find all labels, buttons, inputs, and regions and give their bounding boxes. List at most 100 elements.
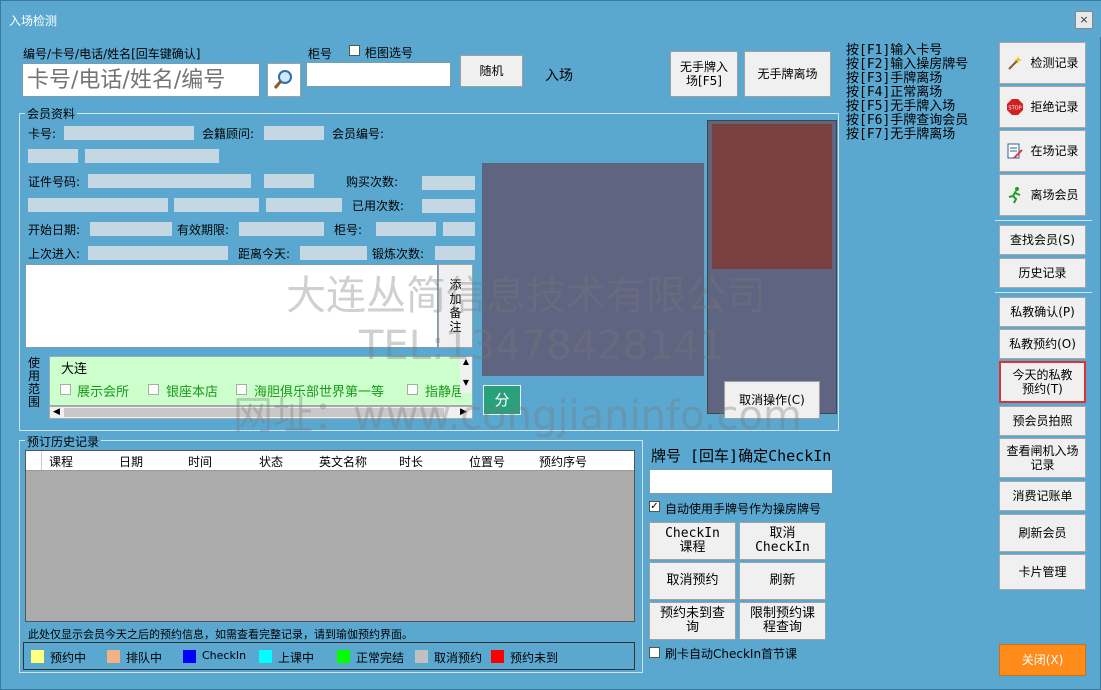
rejection-records-label: 拒绝记录 [1030, 100, 1079, 114]
split-button[interactable]: 分 [483, 385, 521, 415]
hotkey-f7: 按[F7]无手牌离场 [846, 127, 956, 142]
auto-plate-checkbox[interactable]: ✓ [649, 501, 660, 512]
restricted-booking-query-button[interactable]: 限制预约课程查询 [739, 602, 826, 640]
cancel-booking-button[interactable]: 取消预约 [649, 562, 736, 600]
cabinet-input[interactable] [306, 62, 451, 87]
history-note: 此处仅显示会员今天之后的预约信息，如需查看完整记录，请到瑜伽预约界面。 [28, 628, 413, 641]
column-duration[interactable]: 时长 [399, 453, 423, 470]
history-table [25, 450, 635, 622]
id-line2-value-a [28, 198, 168, 212]
search-button[interactable] [267, 63, 301, 97]
purchase-count-value [422, 176, 475, 190]
search-label: 编号/卡号/电话/姓名[回车键确认] [23, 47, 201, 61]
cancel-checkin-button[interactable]: 取消CheckIn [739, 522, 826, 560]
find-member-button[interactable]: 查找会员(S) [999, 225, 1086, 255]
legend-label-completed: 正常完结 [356, 651, 405, 665]
scope-option-4: 指静居 [425, 385, 461, 400]
plate-no-input[interactable] [649, 469, 833, 494]
start-date-label: 开始日期: [28, 223, 81, 237]
consumption-bill-button[interactable]: 消费记账单 [999, 481, 1086, 511]
hotkey-f2: 按[F2]输入操房牌号 [846, 57, 969, 72]
present-records-button[interactable]: 在场记录 [999, 130, 1086, 172]
id-line2-value-c [266, 198, 342, 212]
scroll-up-icon: ▲ [462, 357, 470, 366]
column-status[interactable]: 状态 [259, 453, 283, 470]
no-plate-entry-button[interactable]: 无手牌入场[F5] [670, 51, 738, 97]
today-pt-booking-button[interactable]: 今天的私教预约(T) [999, 361, 1086, 403]
workout-count-label: 锻炼次数: [372, 247, 425, 261]
scope-label: 使用范围 [28, 356, 41, 409]
column-booking-no[interactable]: 预约序号 [539, 453, 587, 470]
days-ago-label: 距离今天: [238, 247, 291, 261]
scope-panel: 大连 展示会所 银座本店 海胆俱乐部世界第一等 指静居 ▲ ▼ [49, 356, 473, 406]
hotkey-f5: 按[F5]无手牌入场 [846, 99, 956, 114]
scope-vscrollbar[interactable]: ▲ ▼ [460, 357, 472, 393]
departed-members-button[interactable]: 离场会员 [999, 174, 1086, 216]
sidebar-divider [995, 292, 1092, 293]
column-time[interactable]: 时间 [188, 453, 212, 470]
search-input[interactable] [22, 63, 260, 97]
auto-checkin-checkbox[interactable] [649, 647, 660, 658]
refresh-member-button[interactable]: 刷新会员 [999, 514, 1086, 552]
present-records-label: 在场记录 [1030, 144, 1079, 158]
random-button[interactable]: 随机 [460, 55, 523, 87]
days-ago-value [300, 246, 367, 260]
note-textarea[interactable] [25, 264, 438, 348]
auto-checkin-label: 刷卡自动CheckIn首节课 [665, 647, 798, 661]
legend-label-queued: 排队中 [126, 651, 163, 665]
scope-checkbox-2[interactable] [148, 384, 159, 395]
card-no-value [64, 126, 194, 140]
pt-booking-button[interactable]: 私教预约(O) [999, 329, 1086, 359]
svg-text:STOP: STOP [1009, 106, 1022, 112]
card-no-label: 卡号: [28, 127, 57, 141]
detection-records-button[interactable]: 检测记录 [999, 42, 1086, 84]
pre-member-photo-button[interactable]: 预会员拍照 [999, 406, 1086, 436]
member-cabinet-value [376, 222, 436, 236]
card-management-button[interactable]: 卡片管理 [999, 554, 1086, 590]
column-date[interactable]: 日期 [119, 453, 143, 470]
no-show-query-button[interactable]: 预约未到查询 [649, 602, 736, 640]
legend-swatch-queued [107, 650, 120, 663]
scope-hscrollbar[interactable]: ◀ ▶ [49, 406, 473, 419]
scroll-thumb[interactable] [64, 408, 444, 417]
gate-entry-records-button[interactable]: 查看闸机入场记录 [999, 438, 1086, 478]
scope-checkbox-1[interactable] [60, 384, 71, 395]
close-button[interactable]: 关闭(X) [999, 644, 1086, 676]
last-entry-value [88, 246, 228, 260]
cancel-operation-button[interactable]: 取消操作(C) [724, 381, 820, 419]
scope-option-2: 银座本店 [166, 385, 219, 400]
member-photo-panel [482, 163, 704, 376]
scope-checkbox-3[interactable] [236, 384, 247, 395]
scope-checkbox-4[interactable] [407, 384, 418, 395]
column-course[interactable]: 课程 [49, 453, 73, 470]
hotkey-list: 按[F1]输入卡号 按[F2]输入操房牌号 按[F3]手牌离场 按[F4]正常离… [846, 44, 968, 142]
legend-swatch-checkin [183, 650, 196, 663]
column-position[interactable]: 位置号 [469, 453, 505, 470]
legend-swatch-completed [337, 650, 350, 663]
rejection-records-button[interactable]: STOP 拒绝记录 [999, 86, 1086, 128]
column-english-name[interactable]: 英文名称 [319, 453, 367, 470]
legend-swatch-cancelled [415, 650, 428, 663]
id-no-value [88, 174, 251, 188]
member-no-value [28, 149, 78, 163]
pt-confirm-button[interactable]: 私教确认(P) [999, 297, 1086, 327]
legend-swatch-booked [31, 650, 44, 663]
used-count-label: 已用次数: [352, 199, 405, 213]
entry-check-window: 入场检测 × 编号/卡号/电话/姓名[回车键确认] 柜号 柜图选号 随机 入场 … [0, 0, 1101, 690]
checkin-course-button[interactable]: CheckIn课程 [649, 522, 736, 560]
scroll-left-icon: ◀ [53, 407, 60, 417]
no-plate-exit-button[interactable]: 无手牌离场 [744, 51, 831, 97]
member-cabinet-label: 柜号: [334, 223, 363, 237]
workout-count-value [435, 246, 475, 260]
refresh-button[interactable]: 刷新 [739, 562, 826, 600]
legend-label-checkin: CheckIn [202, 649, 247, 662]
add-note-button[interactable]: 添加备注 [438, 264, 473, 348]
member-cabinet-extra [443, 222, 475, 236]
window-close-button[interactable]: × [1075, 11, 1093, 29]
scope-option-1: 展示会所 [77, 385, 130, 400]
cabinet-select-checkbox[interactable] [349, 45, 360, 56]
auto-plate-label: 自动使用手牌号作为操房牌号 [665, 502, 822, 516]
history-records-button[interactable]: 历史记录 [999, 258, 1086, 288]
camera-preview [712, 124, 832, 269]
camera-panel [707, 120, 837, 414]
